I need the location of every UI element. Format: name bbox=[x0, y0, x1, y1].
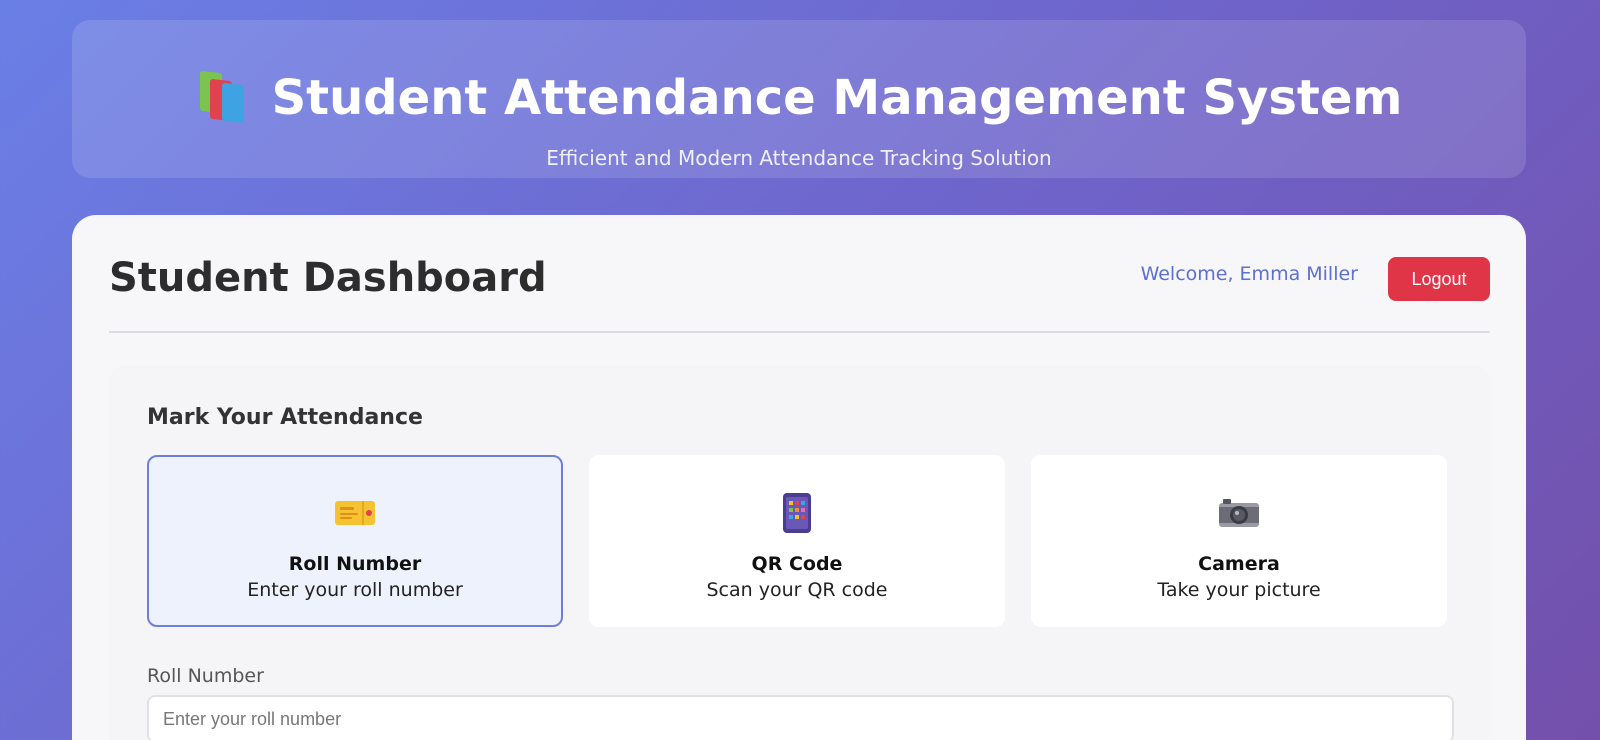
divider bbox=[109, 331, 1490, 333]
method-qr-code[interactable]: QR Code Scan your QR code bbox=[589, 455, 1005, 627]
roll-number-label: Roll Number bbox=[147, 665, 264, 687]
method-name: Camera bbox=[1198, 553, 1280, 575]
method-name: QR Code bbox=[751, 553, 843, 575]
app-subtitle: Efficient and Modern Attendance Tracking… bbox=[546, 146, 1052, 170]
attendance-methods: Roll Number Enter your roll number QR Co… bbox=[147, 455, 1447, 627]
welcome-text: Welcome, Emma Miller bbox=[1140, 263, 1358, 285]
attendance-title: Mark Your Attendance bbox=[147, 405, 423, 430]
page-title: Student Dashboard bbox=[109, 255, 547, 301]
camera-icon bbox=[1217, 493, 1261, 533]
roll-number-input[interactable] bbox=[147, 695, 1454, 740]
books-icon bbox=[196, 70, 252, 124]
method-camera[interactable]: Camera Take your picture bbox=[1031, 455, 1447, 627]
attendance-panel: Mark Your Attendance Roll Number Enter y… bbox=[109, 365, 1490, 740]
phone-icon bbox=[775, 493, 819, 533]
method-desc: Take your picture bbox=[1157, 579, 1321, 601]
logout-button[interactable]: Logout bbox=[1388, 257, 1490, 301]
ticket-icon bbox=[333, 493, 377, 533]
app-title: Student Attendance Management System bbox=[271, 70, 1403, 126]
method-desc: Enter your roll number bbox=[247, 579, 463, 601]
method-desc: Scan your QR code bbox=[706, 579, 888, 601]
method-roll-number[interactable]: Roll Number Enter your roll number bbox=[147, 455, 563, 627]
dashboard-card: Student Dashboard Welcome, Emma Miller L… bbox=[72, 215, 1526, 740]
app-title-row: Student Attendance Management System bbox=[72, 68, 1526, 128]
app-header: Student Attendance Management System Eff… bbox=[72, 20, 1526, 178]
method-name: Roll Number bbox=[288, 553, 422, 575]
